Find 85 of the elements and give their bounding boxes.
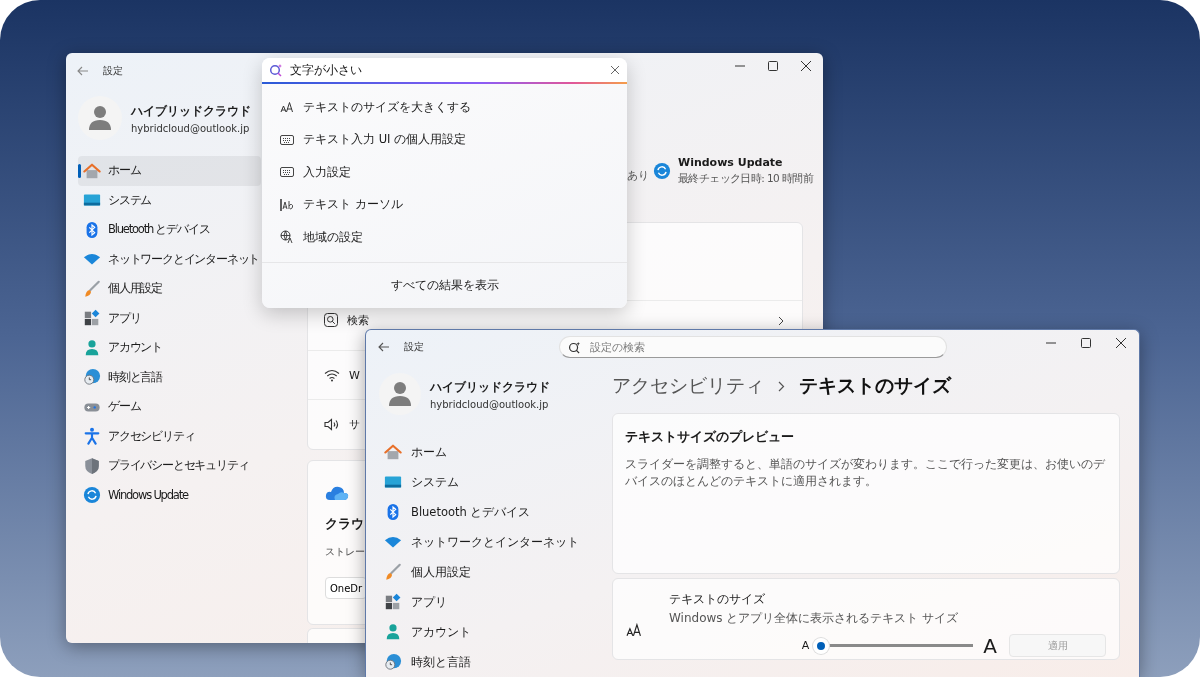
status-text: あり xyxy=(627,169,649,183)
text-size-icon xyxy=(625,623,643,637)
setting-title: テキストのサイズ xyxy=(669,591,766,608)
search-suggestion[interactable]: 入力設定 xyxy=(262,156,627,189)
nav-item[interactable]: アカウント xyxy=(78,333,261,363)
globe-icon xyxy=(280,230,294,245)
onedrive-button[interactable]: OneDr xyxy=(325,577,368,599)
shield-icon xyxy=(83,456,101,475)
text-cursor-icon xyxy=(280,198,294,211)
nav-item[interactable]: システム xyxy=(78,185,261,215)
nav-item[interactable]: 個人用設定 xyxy=(379,557,589,587)
nav-item[interactable]: ゲーム xyxy=(78,392,261,422)
person-icon xyxy=(83,338,101,357)
nav-item[interactable]: ネットワークとインターネット xyxy=(379,527,589,557)
close-icon xyxy=(1115,338,1126,348)
back-arrow-icon[interactable] xyxy=(77,66,89,76)
nav-item[interactable]: アクセシビリティ xyxy=(78,421,261,451)
avatar xyxy=(78,96,122,140)
page-title: テキストのサイズ xyxy=(799,373,951,398)
tile-title: Windows Update xyxy=(678,156,784,169)
tile-subtitle: 最終チェック日時: 10 時間前 xyxy=(678,172,813,186)
text-size-icon xyxy=(280,101,294,114)
user-name: ハイブリッドクラウド xyxy=(131,102,251,120)
nav-item[interactable]: ホーム xyxy=(379,437,589,467)
keyboard-icon xyxy=(280,134,294,145)
settings-row[interactable]: サ xyxy=(308,400,365,449)
search-icon xyxy=(324,313,338,327)
search-suggestion[interactable]: 地域の設定 xyxy=(262,221,627,254)
nav-item[interactable]: アカウント xyxy=(379,617,589,647)
search-suggestion[interactable]: テキストのサイズを大きくする xyxy=(262,91,627,124)
brush-icon xyxy=(384,563,402,581)
card-text: ストレー xyxy=(325,545,365,559)
slider-thumb[interactable] xyxy=(813,637,830,654)
apps-icon xyxy=(83,309,101,328)
chevron-right-icon xyxy=(778,380,785,392)
house-icon xyxy=(83,161,101,180)
nav-item[interactable]: システム xyxy=(379,467,589,497)
slider-max-label: A xyxy=(983,633,997,658)
wifi-icon xyxy=(324,368,340,382)
close-icon xyxy=(800,61,811,71)
house-icon xyxy=(384,443,402,461)
card-title: クラウ xyxy=(325,515,364,533)
globe-clock-icon xyxy=(384,653,402,671)
nav-item[interactable]: Bluetooth とデバイス xyxy=(379,497,589,527)
brush-icon xyxy=(83,279,101,298)
search-field[interactable]: 文字が小さい xyxy=(262,58,627,82)
nav-item[interactable]: Windows Update xyxy=(78,480,261,510)
back-arrow-icon[interactable] xyxy=(378,342,390,352)
accessibility-icon xyxy=(83,427,101,446)
breadcrumb-link[interactable]: アクセシビリティ xyxy=(612,373,764,399)
nav-item[interactable]: ホーム xyxy=(78,156,261,186)
nav-item[interactable]: 個人用設定 xyxy=(78,274,261,304)
show-all-results-link[interactable]: すべての結果を表示 xyxy=(390,278,499,293)
nav-item[interactable]: アプリ xyxy=(78,303,261,333)
nav-item[interactable]: 時刻と言語 xyxy=(379,647,589,677)
slider-min-label: A xyxy=(801,639,810,653)
globe-clock-icon xyxy=(83,368,101,387)
maximize-icon xyxy=(1080,338,1091,348)
sync-icon xyxy=(653,162,671,180)
user-email: hybridcloud@outlook.jp xyxy=(131,122,251,134)
search-field[interactable]: 設定の検索 xyxy=(559,336,947,358)
user-email: hybridcloud@outlook.jp xyxy=(430,398,550,410)
nav-item[interactable]: アプリ xyxy=(379,587,589,617)
search-suggestion[interactable]: テキスト入力 UI の個人用設定 xyxy=(262,123,627,156)
maximize-icon xyxy=(767,61,778,71)
setting-description: Windows とアプリ全体に表示されるテキスト サイズ xyxy=(669,610,960,627)
chevron-right-icon xyxy=(778,316,784,326)
search-suggestion[interactable]: テキスト カーソル xyxy=(262,188,627,221)
window-title: 設定 xyxy=(103,64,123,78)
nav-item[interactable]: ネットワークとインターネット xyxy=(78,244,261,274)
speaker-icon xyxy=(324,418,340,432)
keyboard-icon xyxy=(280,167,294,178)
close-icon[interactable] xyxy=(611,66,619,74)
sync-icon xyxy=(83,486,101,505)
apps-icon xyxy=(384,593,402,611)
preview-text: スライダーを調整すると、単語のサイズが変わります。ここで行った変更は、お使いのデバイスのほとんどのテキストに適用されます。 xyxy=(625,456,1106,490)
settings-row[interactable]: W xyxy=(308,350,365,400)
nav-item[interactable]: プライバシーとセキュリティ xyxy=(78,451,261,481)
card-title: テキストサイズのプレビュー xyxy=(625,428,795,446)
nav-item[interactable]: Bluetooth とデバイス xyxy=(78,215,261,245)
person-icon xyxy=(384,623,402,641)
cloud-icon xyxy=(325,485,349,501)
user-name: ハイブリッドクラウド xyxy=(430,378,550,396)
avatar xyxy=(379,373,421,415)
nav-item[interactable]: 時刻と言語 xyxy=(78,362,261,392)
